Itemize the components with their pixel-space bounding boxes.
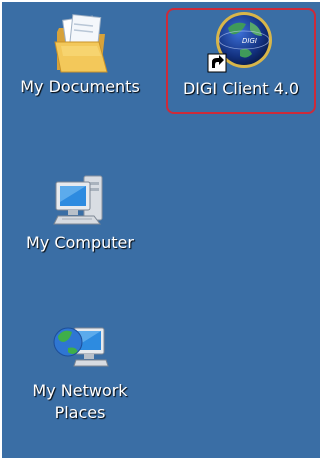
computer-icon — [53, 175, 103, 225]
folder-documents-icon — [54, 14, 108, 73]
desktop-icon-my-documents[interactable]: My Documents — [6, 12, 154, 98]
svg-text:DIGI: DIGI — [242, 37, 257, 45]
desktop-icon-my-network-places[interactable]: My Network Places — [16, 318, 144, 424]
my-network-places-label: My Network Places — [32, 381, 128, 422]
shortcut-arrow-icon — [207, 53, 227, 73]
desktop-icon-digi-client[interactable]: DIGI DIGI Client 4.0 — [168, 10, 314, 100]
my-computer-label: My Computer — [26, 233, 134, 252]
digi-client-globe-icon: DIGI — [207, 12, 272, 73]
desktop-icon-my-computer[interactable]: My Computer — [8, 170, 152, 254]
network-places-icon — [53, 327, 109, 367]
desktop-background[interactable]: My Documents DIGI DIGI Client 4.0 My Com… — [2, 2, 320, 458]
my-documents-label: My Documents — [20, 77, 140, 96]
digi-client-label: DIGI Client 4.0 — [182, 79, 300, 98]
